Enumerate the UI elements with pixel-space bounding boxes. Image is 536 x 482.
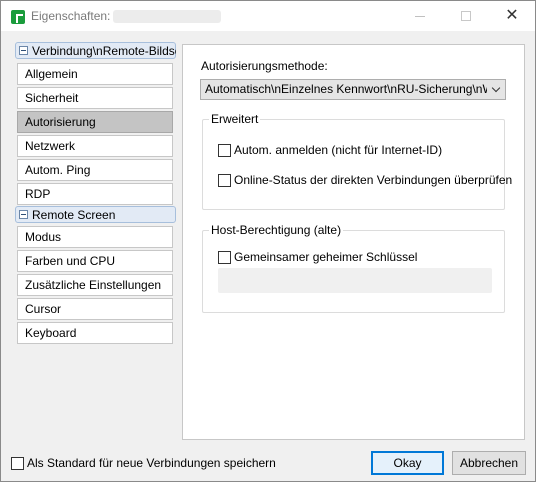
settings-panel: Autorisierungsmethode: Automatisch\nEinz…	[182, 44, 525, 440]
checkbox-icon[interactable]	[218, 174, 231, 187]
checkbox-icon[interactable]	[218, 144, 231, 157]
minimize-button[interactable]	[397, 1, 443, 31]
host-auth-legend: Host-Berechtigung (alte)	[209, 223, 344, 237]
sidebar-item-cursor[interactable]: Cursor	[17, 298, 173, 320]
app-icon	[11, 10, 25, 24]
sidebar-item-netzwerk[interactable]: Netzwerk	[17, 135, 173, 157]
group-remote-screen[interactable]: Remote Screen	[15, 206, 176, 223]
close-button[interactable]: ✕	[489, 1, 535, 31]
window-title: Eigenschaften:	[31, 9, 111, 23]
auth-method-label: Autorisierungsmethode:	[201, 59, 328, 73]
redacted-connection-name	[113, 10, 221, 23]
sidebar-item-autom-ping[interactable]: Autom. Ping	[17, 159, 173, 181]
collapse-icon[interactable]	[19, 46, 28, 55]
advanced-groupbox: Erweitert Autom. anmelden (nicht für Int…	[202, 112, 512, 210]
shared-secret-label: Gemeinsamer geheimer Schlüssel	[234, 250, 418, 264]
checkbox-icon[interactable]	[11, 457, 24, 470]
sidebar-item-modus[interactable]: Modus	[17, 226, 173, 248]
group-verbindung[interactable]: Verbindung\nRemote-Bildsc...	[15, 42, 176, 59]
chevron-down-icon[interactable]	[487, 80, 505, 99]
collapse-icon[interactable]	[19, 210, 28, 219]
save-default-checkbox[interactable]: Als Standard für neue Verbindungen speic…	[11, 456, 291, 472]
sidebar-item-keyboard[interactable]: Keyboard	[17, 322, 173, 344]
sidebar-item-rdp[interactable]: RDP	[17, 183, 173, 205]
sidebar-item-zusaetzliche-einstellungen[interactable]: Zusätzliche Einstellungen	[17, 274, 173, 296]
sidebar-item-farben-und-cpu[interactable]: Farben und CPU	[17, 250, 173, 272]
redacted-secret-field[interactable]	[218, 268, 492, 293]
sidebar-item-sicherheit[interactable]: Sicherheit	[17, 87, 173, 109]
auth-method-select[interactable]: Automatisch\nEinzelnes Kennwort\nRU-Sich…	[200, 79, 506, 100]
auto-login-label: Autom. anmelden (nicht für Internet-ID)	[234, 143, 443, 157]
save-default-label: Als Standard für neue Verbindungen speic…	[27, 456, 276, 470]
cancel-button[interactable]: Abbrechen	[452, 451, 526, 475]
close-icon: ✕	[505, 7, 519, 24]
maximize-icon	[461, 11, 471, 21]
ok-button[interactable]: Okay	[371, 451, 444, 475]
properties-dialog: Eigenschaften: ✕ Verbindung\nRemote-Bild…	[0, 0, 536, 482]
minimize-icon	[415, 16, 425, 17]
auth-method-value: Automatisch\nEinzelnes Kennwort\nRU-Sich…	[205, 82, 506, 96]
host-auth-groupbox: Host-Berechtigung (alte) Gemeinsamer geh…	[202, 223, 505, 313]
checkbox-icon[interactable]	[218, 251, 231, 264]
group-label: Verbindung\nRemote-Bildsc...	[32, 44, 176, 58]
advanced-legend: Erweitert	[209, 112, 261, 126]
sidebar-item-allgemein[interactable]: Allgemein	[17, 63, 173, 85]
group-label: Remote Screen	[32, 208, 116, 222]
title-bar[interactable]: Eigenschaften: ✕	[1, 1, 535, 31]
sidebar-item-autorisierung[interactable]: Autorisierung	[17, 111, 173, 133]
online-status-label: Online-Status der direkten Verbindungen …	[234, 173, 513, 187]
maximize-button[interactable]	[443, 1, 489, 31]
